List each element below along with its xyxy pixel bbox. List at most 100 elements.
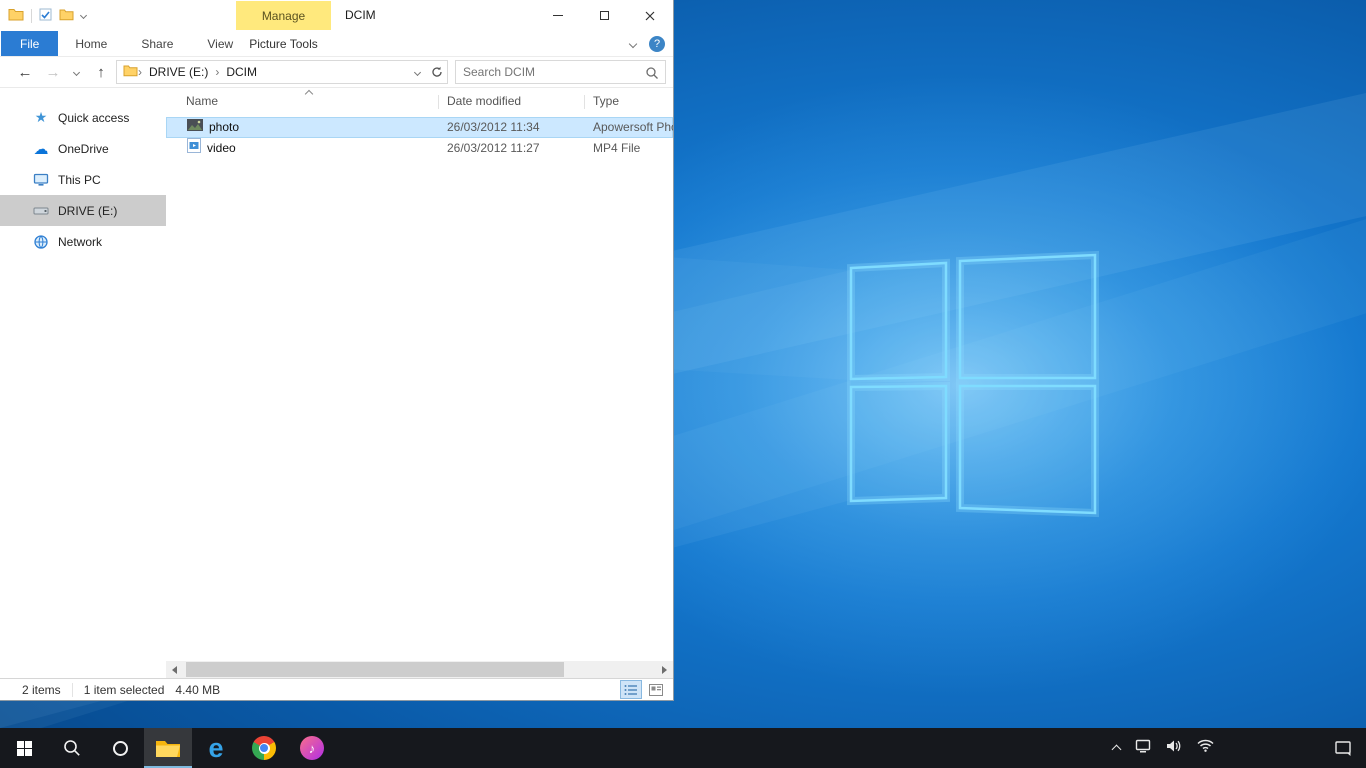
back-button[interactable]: ← <box>14 57 36 88</box>
volume-icon[interactable] <box>1166 739 1182 758</box>
minimize-icon <box>553 15 563 16</box>
file-explorer-window: Manage DCIM File Home Share View Picture… <box>0 0 674 701</box>
column-divider[interactable] <box>438 95 439 109</box>
close-icon <box>645 11 655 21</box>
view-toggles <box>621 681 666 698</box>
file-list-pane: Name Date modified Type photo 26/03/2012… <box>166 88 673 678</box>
file-name: photo <box>209 117 239 138</box>
taskbar-apps: e ♪ <box>0 728 336 768</box>
photo-thumbnail-icon <box>187 117 203 138</box>
drive-icon <box>33 203 49 219</box>
taskbar-search-button[interactable] <box>48 728 96 768</box>
sidebar-item-onedrive[interactable]: ☁ OneDrive <box>0 133 166 164</box>
navigation-bar: ← → ↑ › DRIVE (E:) › DCIM <box>0 57 673 88</box>
file-date-modified: 26/03/2012 11:27 <box>447 138 540 159</box>
maximize-icon <box>600 11 609 20</box>
address-dropdown-chevron-icon[interactable] <box>407 61 427 83</box>
file-row-photo[interactable]: photo 26/03/2012 11:34 Apowersoft Pho <box>166 117 673 138</box>
file-type: Apowersoft Pho <box>593 117 673 138</box>
file-name: video <box>207 138 236 159</box>
search-icon <box>63 739 81 757</box>
status-selection: 1 item selected <box>73 683 176 697</box>
refresh-icon[interactable] <box>427 61 447 83</box>
properties-icon[interactable] <box>39 8 52 24</box>
taskbar-chrome-button[interactable] <box>240 728 288 768</box>
taskbar-file-explorer-button[interactable] <box>144 728 192 768</box>
address-bar[interactable]: › DRIVE (E:) › DCIM <box>116 60 448 84</box>
tab-file[interactable]: File <box>1 31 58 56</box>
recent-locations-chevron-icon[interactable] <box>68 57 84 88</box>
window-title: DCIM <box>345 0 376 31</box>
video-file-icon <box>187 138 201 160</box>
column-divider[interactable] <box>584 95 585 109</box>
navigation-pane: ★ Quick access ☁ OneDrive This PC DRIVE … <box>0 88 166 678</box>
caption-buttons <box>535 0 673 31</box>
desktop: Manage DCIM File Home Share View Picture… <box>0 0 1366 768</box>
search-input[interactable] <box>456 61 665 83</box>
column-header-date-modified[interactable]: Date modified <box>447 88 521 115</box>
windows-start-icon <box>17 741 32 756</box>
action-center-icon <box>1335 741 1352 756</box>
horizontal-scrollbar[interactable] <box>166 661 673 678</box>
start-button[interactable] <box>0 728 48 768</box>
new-folder-icon[interactable] <box>59 8 74 24</box>
file-row-video[interactable]: video 26/03/2012 11:27 MP4 File <box>166 138 673 159</box>
itunes-icon: ♪ <box>300 736 324 760</box>
sidebar-item-label: OneDrive <box>58 142 109 156</box>
sidebar-item-drive-e[interactable]: DRIVE (E:) <box>0 195 166 226</box>
system-tray <box>1113 728 1214 768</box>
tab-picture-tools[interactable]: Picture Tools <box>236 31 331 57</box>
cortana-icon <box>113 741 128 756</box>
quick-access-toolbar <box>8 0 86 31</box>
file-date-modified: 26/03/2012 11:34 <box>447 117 540 138</box>
title-bar: Manage DCIM <box>0 0 673 31</box>
scroll-right-arrow-icon[interactable] <box>656 661 673 678</box>
chrome-icon <box>252 736 276 760</box>
large-icons-view-button[interactable] <box>646 681 666 698</box>
ribbon-tabs: File Home Share View Picture Tools ? <box>0 31 673 57</box>
hardware-icon[interactable] <box>1135 739 1151 758</box>
breadcrumb-drive-e[interactable]: DRIVE (E:) <box>142 61 215 83</box>
scrollbar-thumb[interactable] <box>186 662 564 677</box>
expand-ribbon-chevron-icon[interactable] <box>629 40 637 48</box>
sidebar-item-label: Quick access <box>58 111 129 125</box>
column-header-type[interactable]: Type <box>593 88 619 115</box>
search-box <box>455 60 666 84</box>
file-explorer-icon <box>155 738 181 758</box>
sidebar-item-quick-access[interactable]: ★ Quick access <box>0 102 166 133</box>
sidebar-item-label: Network <box>58 235 102 249</box>
sidebar-item-label: DRIVE (E:) <box>58 204 117 218</box>
close-button[interactable] <box>627 0 673 31</box>
maximize-button[interactable] <box>581 0 627 31</box>
forward-button[interactable]: → <box>42 57 64 88</box>
file-type: MP4 File <box>593 138 640 159</box>
tab-share[interactable]: Share <box>124 31 190 56</box>
sidebar-item-this-pc[interactable]: This PC <box>0 164 166 195</box>
taskbar-itunes-button[interactable]: ♪ <box>288 728 336 768</box>
taskbar: e ♪ <box>0 728 1366 768</box>
breadcrumb-dcim[interactable]: DCIM <box>219 61 264 83</box>
edge-icon: e <box>208 735 223 762</box>
taskbar-edge-button[interactable]: e <box>192 728 240 768</box>
column-headers: Name Date modified Type <box>166 88 673 115</box>
help-icon[interactable]: ? <box>649 36 665 52</box>
tray-expand-icon[interactable] <box>1112 745 1122 755</box>
contextual-tab-group-manage[interactable]: Manage <box>236 1 331 30</box>
network-wifi-icon[interactable] <box>1197 739 1214 757</box>
up-button[interactable]: ↑ <box>90 57 112 88</box>
search-icon[interactable] <box>645 66 659 83</box>
explorer-window-icon <box>8 7 24 24</box>
large-icons-view-icon <box>649 684 663 696</box>
file-rows: photo 26/03/2012 11:34 Apowersoft Pho vi… <box>166 117 673 159</box>
network-icon <box>33 234 49 250</box>
column-header-name[interactable]: Name <box>186 88 218 115</box>
customize-toolbar-chevron-icon[interactable] <box>80 12 87 19</box>
status-size: 4.40 MB <box>175 683 231 697</box>
tab-home[interactable]: Home <box>58 31 124 56</box>
action-center-button[interactable] <box>1320 728 1366 768</box>
scroll-left-arrow-icon[interactable] <box>166 661 183 678</box>
sidebar-item-network[interactable]: Network <box>0 226 166 257</box>
details-view-button[interactable] <box>621 681 641 698</box>
cortana-button[interactable] <box>96 728 144 768</box>
minimize-button[interactable] <box>535 0 581 31</box>
